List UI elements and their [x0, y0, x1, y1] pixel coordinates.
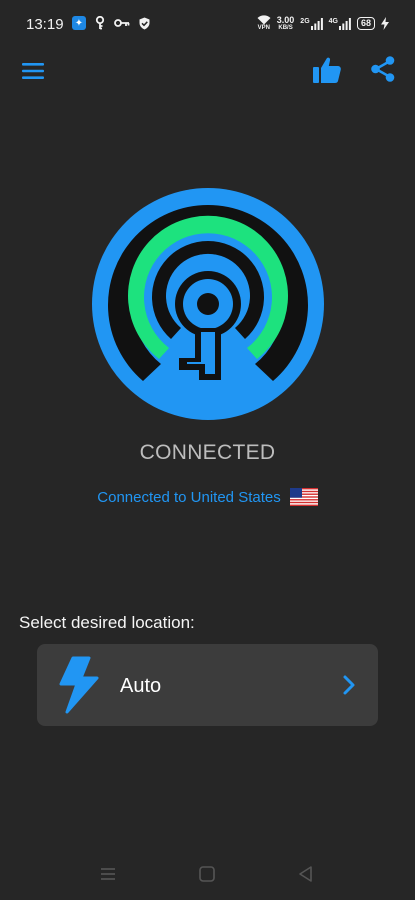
vpn-key-icon — [114, 19, 130, 27]
shield-app-icon: ✦ — [72, 16, 86, 30]
chevron-right-icon — [343, 675, 355, 695]
net-speed-value: 3.00 — [276, 14, 295, 25]
sim2-label: 4G — [328, 17, 338, 25]
battery-indicator: 68 — [356, 17, 375, 30]
location-selector-button[interactable]: Auto — [37, 644, 378, 726]
charging-icon — [381, 17, 389, 30]
connection-detail: Connected to United States — [97, 488, 281, 506]
signal-bars-icon — [310, 17, 323, 30]
key-icon — [95, 16, 105, 30]
signal-bars-icon — [338, 17, 351, 30]
wifi-icon — [257, 15, 271, 25]
net-speed-unit: KB/S — [278, 24, 293, 31]
us-flag-icon — [289, 488, 318, 506]
selected-location: Auto — [120, 675, 162, 697]
hamburger-menu-icon[interactable] — [21, 59, 45, 83]
recent-apps-icon[interactable] — [98, 864, 118, 884]
home-icon[interactable] — [197, 864, 217, 884]
lightning-bolt-icon — [59, 656, 99, 714]
location-prompt: Select desired location: — [19, 613, 195, 632]
vpn-label: VPN — [257, 25, 270, 31]
sim1-signal: 2G — [300, 17, 323, 30]
shield-check-icon — [139, 17, 150, 29]
connection-detail-row: Connected to United States — [0, 488, 415, 506]
connection-status: CONNECTED — [139, 441, 276, 464]
status-bar: 13:19 ✦ VPN 3.00 KB/S 2G 4G 68 — [0, 0, 415, 50]
status-system-icons: VPN 3.00 KB/S 2G 4G 68 — [257, 15, 389, 32]
thumbs-up-icon[interactable] — [312, 55, 342, 85]
net-speed: 3.00 KB/S — [276, 14, 295, 32]
sim1-label: 2G — [300, 17, 310, 25]
system-navigation-bar — [0, 850, 415, 900]
status-time: 13:19 — [26, 16, 64, 33]
status-notification-icons: ✦ — [72, 16, 150, 30]
back-icon[interactable] — [296, 864, 316, 884]
app-top-bar — [0, 50, 415, 90]
sim2-signal: 4G — [328, 17, 351, 30]
wifi-vpn-indicator: VPN — [257, 15, 271, 32]
share-icon[interactable] — [369, 55, 397, 83]
vpn-connect-logo[interactable] — [92, 188, 324, 420]
